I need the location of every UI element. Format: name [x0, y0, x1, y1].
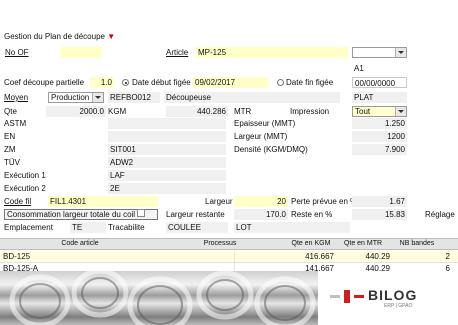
date-fin-field[interactable]: 00/00/0000 — [352, 77, 407, 88]
consommation-checkbox[interactable] — [137, 209, 145, 217]
table-row[interactable]: BD-125 416.667 440.29 2 — [0, 251, 458, 262]
reglage-label: Réglage — [425, 210, 455, 219]
reste-label: Reste en % — [291, 210, 333, 219]
date-fin-radio[interactable] — [277, 79, 284, 86]
column-header-bandes[interactable]: NB bandes — [392, 239, 442, 249]
largeur-mmt-field: 1200 — [352, 131, 407, 142]
moyen-shape: PLAT — [352, 92, 407, 103]
chevron-down-icon — [92, 93, 103, 102]
date-fin-label: Date fin figée — [286, 78, 334, 87]
exec2-label: Exécution 2 — [4, 184, 46, 193]
no-of-field[interactable] — [60, 47, 102, 58]
epaisseur-label: Epaisseur (MMT) — [234, 119, 296, 128]
column-header-processus[interactable]: Processus — [180, 239, 260, 249]
emplacement-label: Emplacement — [4, 223, 53, 232]
densite-field: 7.900 — [352, 144, 407, 155]
zm-label: ZM — [4, 145, 16, 154]
largeur-label: Largeur — [205, 197, 233, 206]
lot-field: LOT — [234, 222, 350, 233]
tuv-field: ADW2 — [108, 157, 226, 168]
moyen-label: Moyen — [4, 93, 29, 102]
chevron-down-icon[interactable]: ▼ — [105, 32, 115, 41]
logo-subtitle: ERP | GPAO — [384, 303, 413, 309]
qte-value2: 440.286 — [166, 106, 228, 117]
qte-unit2: MTR — [234, 107, 252, 116]
column-header-kgm[interactable]: Qte en KGM — [286, 239, 336, 249]
epaisseur-field: 1.250 — [352, 118, 407, 129]
chevron-down-icon — [395, 48, 406, 57]
code-fil-label: Code fil — [4, 197, 32, 206]
page-title: Gestion du Plan de découpe ▼ — [4, 32, 116, 41]
tracabilite-label: Tracabilite — [108, 223, 145, 232]
logo-text: BILOG — [368, 287, 418, 303]
article-select[interactable] — [352, 47, 407, 58]
tracabilite-field: COULEE — [166, 222, 228, 233]
zm-field: SIT001 — [108, 144, 226, 155]
consommation-button[interactable]: Consommation largeur totale du coil — [4, 209, 158, 220]
perte-label: Perte prévue en % — [291, 197, 358, 206]
steel-pipes-image — [0, 271, 318, 325]
reste-field: 15.83 — [352, 209, 407, 220]
row-code: BD-125 — [3, 252, 31, 261]
date-debut-label: Date début figée — [132, 78, 191, 87]
table-divider — [234, 251, 351, 273]
largeur-restante-label: Largeur restante — [166, 210, 225, 219]
qte-unit1: KGM — [108, 107, 127, 116]
tuv-label: TÜV — [4, 158, 20, 167]
exec1-field: LAF — [108, 170, 226, 181]
row-bandes: 2 — [445, 252, 450, 261]
moyen-code: REFBO012 — [108, 92, 160, 103]
largeur-field[interactable]: 20 — [234, 196, 288, 207]
impression-label: Impression — [290, 107, 330, 116]
moyen-type-select[interactable]: Production — [48, 92, 104, 103]
en-label: EN — [4, 132, 16, 141]
impression-select[interactable]: Tout — [352, 106, 407, 117]
emplacement-field: TE — [70, 222, 106, 233]
no-of-label: No OF — [5, 48, 29, 57]
largeur-mmt-label: Largeur (MMT) — [234, 132, 288, 141]
article-field[interactable]: MP-125 — [196, 47, 348, 58]
chevron-down-icon — [395, 107, 406, 116]
row-bandes: 6 — [445, 264, 450, 273]
code-fil-field[interactable]: FIL1.4301 — [48, 196, 158, 207]
article-label: Article — [166, 48, 189, 57]
bilog-logo: BILOG ERP | GPAO — [330, 284, 458, 314]
perte-field: 1.67 — [352, 196, 407, 207]
densite-label: Densité (KGM/DMQ) — [234, 145, 308, 154]
moyen-name: Découpeuse — [164, 92, 340, 103]
date-debut-field[interactable]: 09/02/2017 — [193, 77, 268, 88]
coef-field[interactable]: 1.0 — [90, 77, 114, 88]
qte-label: Qte — [4, 107, 17, 116]
table-header: Code article Processus Qte en KGM Qte en… — [0, 238, 458, 250]
exec2-field: 2E — [108, 183, 226, 194]
exec1-label: Exécution 1 — [4, 171, 46, 180]
column-header-code[interactable]: Code article — [40, 239, 120, 249]
qte-value: 2000.0 — [46, 106, 106, 117]
astm-label: ASTM — [4, 119, 27, 128]
coef-label: Coef découpe partielle — [4, 78, 85, 87]
column-header-mtr[interactable]: Qte en MTR — [338, 239, 388, 249]
en-field — [108, 131, 226, 142]
article-code: A1 — [354, 64, 364, 73]
astm-field — [108, 118, 226, 129]
date-debut-radio[interactable] — [122, 79, 129, 86]
largeur-restante-field: 170.0 — [234, 209, 288, 220]
